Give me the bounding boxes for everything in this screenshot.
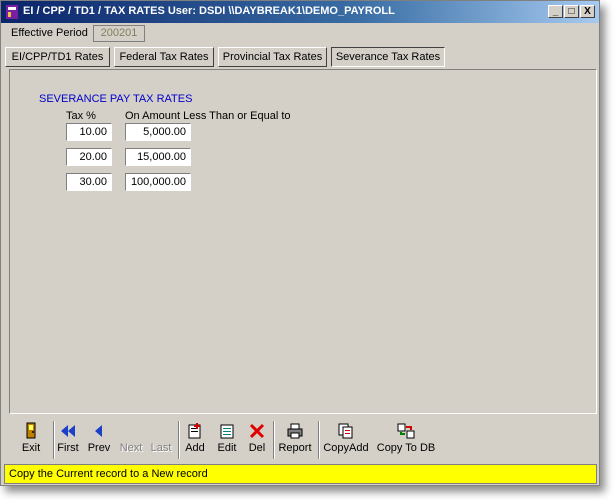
tab-ei-cpp-td1-rates[interactable]: EI/CPP/TD1 Rates bbox=[5, 47, 110, 67]
copy-to-db-icon bbox=[397, 423, 415, 439]
amount-field[interactable]: 15,000.00 bbox=[125, 148, 191, 166]
add-record-icon bbox=[188, 423, 201, 439]
add-button[interactable]: Add bbox=[182, 419, 208, 461]
first-button[interactable]: First bbox=[56, 419, 80, 461]
tab-federal-tax-rates[interactable]: Federal Tax Rates bbox=[114, 47, 214, 67]
effective-period-field[interactable]: 200201 bbox=[93, 25, 145, 42]
title-bar[interactable]: EI / CPP / TD1 / TAX RATES User: DSDI \\… bbox=[1, 1, 599, 23]
app-window: EI / CPP / TD1 / TAX RATES User: DSDI \\… bbox=[0, 0, 600, 486]
exit-button[interactable]: Exit bbox=[11, 419, 51, 461]
minimize-button[interactable]: _ bbox=[548, 5, 563, 18]
prev-record-icon bbox=[95, 425, 102, 437]
effective-period-label: Effective Period bbox=[11, 27, 88, 39]
first-record-icon bbox=[61, 425, 75, 437]
copy-add-icon bbox=[338, 423, 353, 439]
printer-icon bbox=[287, 423, 303, 439]
last-button[interactable]: Last bbox=[148, 419, 174, 461]
section-title: SEVERANCE PAY TAX RATES bbox=[39, 93, 193, 105]
tab-provincial-tax-rates[interactable]: Provincial Tax Rates bbox=[218, 47, 327, 67]
tax-percent-field[interactable]: 10.00 bbox=[66, 123, 112, 141]
delete-button[interactable]: Del bbox=[245, 419, 269, 461]
delete-icon bbox=[249, 423, 265, 439]
copyadd-button[interactable]: CopyAdd bbox=[323, 419, 369, 461]
tab-severance-tax-rates[interactable]: Severance Tax Rates bbox=[331, 47, 445, 67]
amount-header: On Amount Less Than or Equal to bbox=[125, 110, 291, 122]
toolbar: Exit First Prev Next Last Add Edit Del R… bbox=[7, 419, 597, 461]
toolbar-separator bbox=[178, 421, 180, 459]
copy-to-db-button[interactable]: Copy To DB bbox=[375, 419, 437, 461]
amount-field[interactable]: 5,000.00 bbox=[125, 123, 191, 141]
tax-percent-header: Tax % bbox=[66, 110, 96, 122]
next-record-icon bbox=[122, 422, 140, 440]
tax-percent-field[interactable]: 30.00 bbox=[66, 173, 112, 191]
toolbar-separator bbox=[318, 421, 320, 459]
next-button[interactable]: Next bbox=[117, 419, 145, 461]
edit-button[interactable]: Edit bbox=[214, 419, 240, 461]
app-icon bbox=[6, 5, 18, 19]
maximize-button[interactable]: □ bbox=[564, 5, 579, 18]
last-record-icon bbox=[152, 422, 170, 440]
prev-button[interactable]: Prev bbox=[85, 419, 113, 461]
severance-panel: SEVERANCE PAY TAX RATES Tax % On Amount … bbox=[9, 69, 597, 414]
status-bar: Copy the Current record to a New record bbox=[4, 464, 597, 484]
exit-icon bbox=[26, 422, 36, 439]
toolbar-separator bbox=[53, 421, 55, 459]
toolbar-separator bbox=[273, 421, 275, 459]
edit-record-icon bbox=[220, 424, 234, 439]
amount-field[interactable]: 100,000.00 bbox=[125, 173, 191, 191]
window-title: EI / CPP / TD1 / TAX RATES User: DSDI \\… bbox=[23, 5, 395, 17]
tax-percent-field[interactable]: 20.00 bbox=[66, 148, 112, 166]
close-button[interactable]: X bbox=[580, 5, 595, 18]
report-button[interactable]: Report bbox=[277, 419, 313, 461]
